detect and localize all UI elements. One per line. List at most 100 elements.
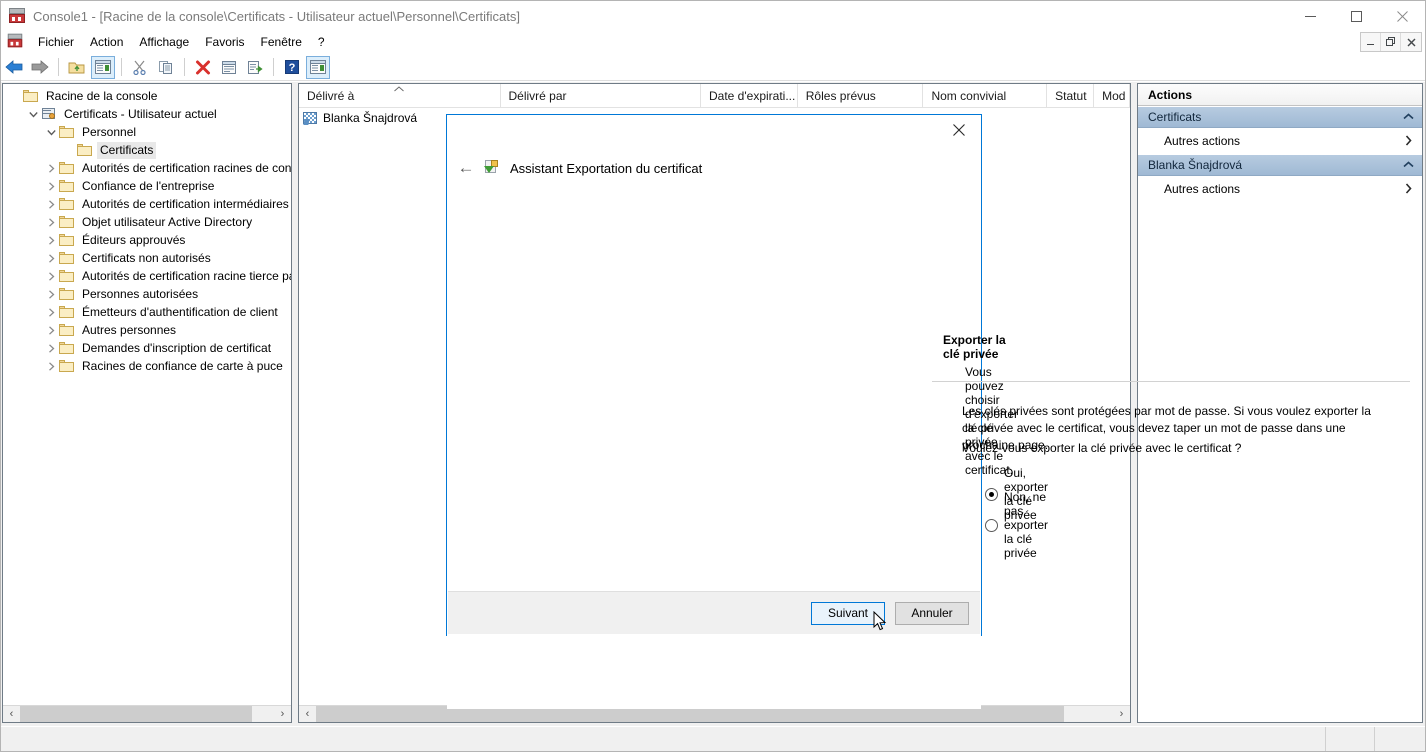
chevron-right-icon[interactable] <box>43 232 59 248</box>
mdi-close-icon[interactable] <box>1401 33 1421 51</box>
up-folder-icon[interactable] <box>65 56 89 79</box>
chevron-right-icon[interactable] <box>43 196 59 212</box>
actions-menu-item[interactable]: Autres actions <box>1138 176 1422 202</box>
chevron-right-icon[interactable] <box>43 214 59 230</box>
chevron-right-icon[interactable] <box>43 178 59 194</box>
show-hide-tree-icon[interactable] <box>91 55 115 79</box>
column-header[interactable]: Mod <box>1094 84 1130 108</box>
chevron-right-icon[interactable] <box>43 250 59 266</box>
chevron-right-icon[interactable] <box>43 160 59 176</box>
tree-node[interactable]: Certificats <box>3 141 291 159</box>
cancel-button[interactable]: Annuler <box>895 601 969 625</box>
tree-node[interactable]: Certificats non autorisés <box>3 249 291 267</box>
tree-node[interactable]: Personnel <box>3 123 291 141</box>
column-header[interactable]: Statut <box>1047 84 1095 108</box>
chevron-up-icon[interactable] <box>1403 160 1414 170</box>
mdi-minimize-icon[interactable] <box>1361 33 1381 51</box>
folder-icon <box>59 197 75 211</box>
radio-option-no-export-private-key[interactable]: Non, ne pas exporter la clé privée <box>985 490 1048 560</box>
title-bar: Console1 - [Racine de la console\Certifi… <box>1 1 1425 31</box>
menu-item-fenetre[interactable]: Fenêtre <box>253 33 310 51</box>
tree-node[interactable]: Racines de confiance de carte à puce <box>3 357 291 375</box>
back-icon[interactable] <box>2 56 26 79</box>
column-header[interactable]: Délivré par <box>501 84 701 108</box>
scroll-thumb[interactable] <box>20 705 252 722</box>
scroll-track[interactable] <box>20 705 274 722</box>
actions-group-header[interactable]: Certificats <box>1138 106 1422 128</box>
tree-node[interactable]: Personnes autorisées <box>3 285 291 303</box>
properties-icon[interactable] <box>217 56 241 79</box>
cell-issued-to: Blanka Šnajdrová <box>323 110 418 125</box>
chevron-right-icon[interactable] <box>43 340 59 356</box>
toolbar-separator <box>184 58 185 76</box>
column-header-label: Délivré à <box>307 89 355 103</box>
tree-node[interactable]: Autres personnes <box>3 321 291 339</box>
column-header[interactable]: Date d'expirati... <box>701 84 798 108</box>
chevron-right-icon[interactable] <box>43 358 59 374</box>
chevron-up-icon[interactable] <box>1403 112 1414 122</box>
tree-node-label: Autres personnes <box>82 322 177 337</box>
cut-icon[interactable] <box>128 56 152 79</box>
status-bar <box>1 726 1425 751</box>
maximize-icon[interactable] <box>1333 1 1379 31</box>
tree-node[interactable]: Autorités de certification racine tierce… <box>3 267 291 285</box>
radio-button-icon[interactable] <box>985 518 998 532</box>
folder-icon <box>59 251 75 265</box>
actions-menu-item-label: Autres actions <box>1164 134 1241 148</box>
export-icon[interactable] <box>243 56 267 79</box>
tree-node-label: Certificats <box>97 141 157 159</box>
show-action-pane-icon[interactable] <box>306 55 330 79</box>
actions-list: Certificats Autres actions Blanka Šnajdrov… <box>1138 106 1422 202</box>
folder-icon <box>59 359 75 373</box>
chevron-down-icon[interactable] <box>25 106 41 122</box>
chevron-right-icon[interactable] <box>43 322 59 338</box>
close-icon[interactable] <box>1379 1 1425 31</box>
tree-node[interactable]: Émetteurs d'authentification de client <box>3 303 291 321</box>
delete-icon[interactable] <box>191 56 215 79</box>
minimize-icon[interactable] <box>1287 1 1333 31</box>
actions-group-header[interactable]: Blanka Šnajdrová <box>1138 154 1422 176</box>
forward-icon[interactable] <box>28 56 52 79</box>
tree-node[interactable]: Demandes d'inscription de certificat <box>3 339 291 357</box>
next-button[interactable]: Suivant <box>811 601 885 625</box>
scroll-right-icon[interactable]: › <box>274 706 291 723</box>
scroll-left-icon[interactable]: ‹ <box>3 706 20 723</box>
tree-node[interactable]: Racine de la console <box>3 87 291 105</box>
scroll-right-icon[interactable]: › <box>1113 706 1130 723</box>
tree-node[interactable]: Confiance de l'entreprise <box>3 177 291 195</box>
tree-node[interactable]: Objet utilisateur Active Directory <box>3 213 291 231</box>
tree-node[interactable]: Autorités de certification intermédiaire… <box>3 195 291 213</box>
back-arrow-icon[interactable]: ← <box>453 155 479 181</box>
menu-item-help[interactable]: ? <box>310 33 333 51</box>
actions-pane-title: Actions <box>1138 84 1422 106</box>
actions-group-label: Blanka Šnajdrová <box>1148 158 1243 172</box>
tree-node[interactable]: Autorités de certification racines de co… <box>3 159 291 177</box>
help-icon[interactable]: ? <box>280 56 304 79</box>
actions-menu-item[interactable]: Autres actions <box>1138 128 1422 154</box>
chevron-down-icon[interactable] <box>43 124 59 140</box>
folder-icon <box>77 143 93 157</box>
console-tree-pane: Racine de la console Certificats - Utilis… <box>2 83 292 723</box>
scroll-left-icon[interactable]: ‹ <box>299 706 316 723</box>
console-tree: Racine de la console Certificats - Utilis… <box>3 84 291 705</box>
tree-node[interactable]: Certificats - Utilisateur actuel <box>3 105 291 123</box>
menu-item-fichier[interactable]: Fichier <box>30 33 82 51</box>
dialog-header: ← Assistant Exportation du certificat <box>447 148 983 188</box>
tree-node-label: Autorités de certification racines de co… <box>82 160 291 175</box>
chevron-right-icon[interactable] <box>43 286 59 302</box>
chevron-right-icon[interactable] <box>43 268 59 284</box>
column-header[interactable]: Rôles prévus <box>798 84 924 108</box>
copy-icon[interactable] <box>154 56 178 79</box>
menu-item-favoris[interactable]: Favoris <box>197 33 252 51</box>
menu-item-action[interactable]: Action <box>82 33 131 51</box>
tree-horizontal-scrollbar[interactable]: ‹ › <box>3 705 291 722</box>
column-header[interactable]: Délivré à <box>299 84 501 108</box>
mdi-restore-icon[interactable] <box>1381 33 1401 51</box>
window-controls <box>1287 1 1425 31</box>
tree-node-label: Certificats non autorisés <box>82 250 211 265</box>
menu-item-affichage[interactable]: Affichage <box>131 33 197 51</box>
column-header[interactable]: Nom convivial <box>923 84 1048 108</box>
chevron-right-icon[interactable] <box>43 304 59 320</box>
tree-node[interactable]: Éditeurs approuvés <box>3 231 291 249</box>
dialog-close-button[interactable] <box>937 115 981 145</box>
